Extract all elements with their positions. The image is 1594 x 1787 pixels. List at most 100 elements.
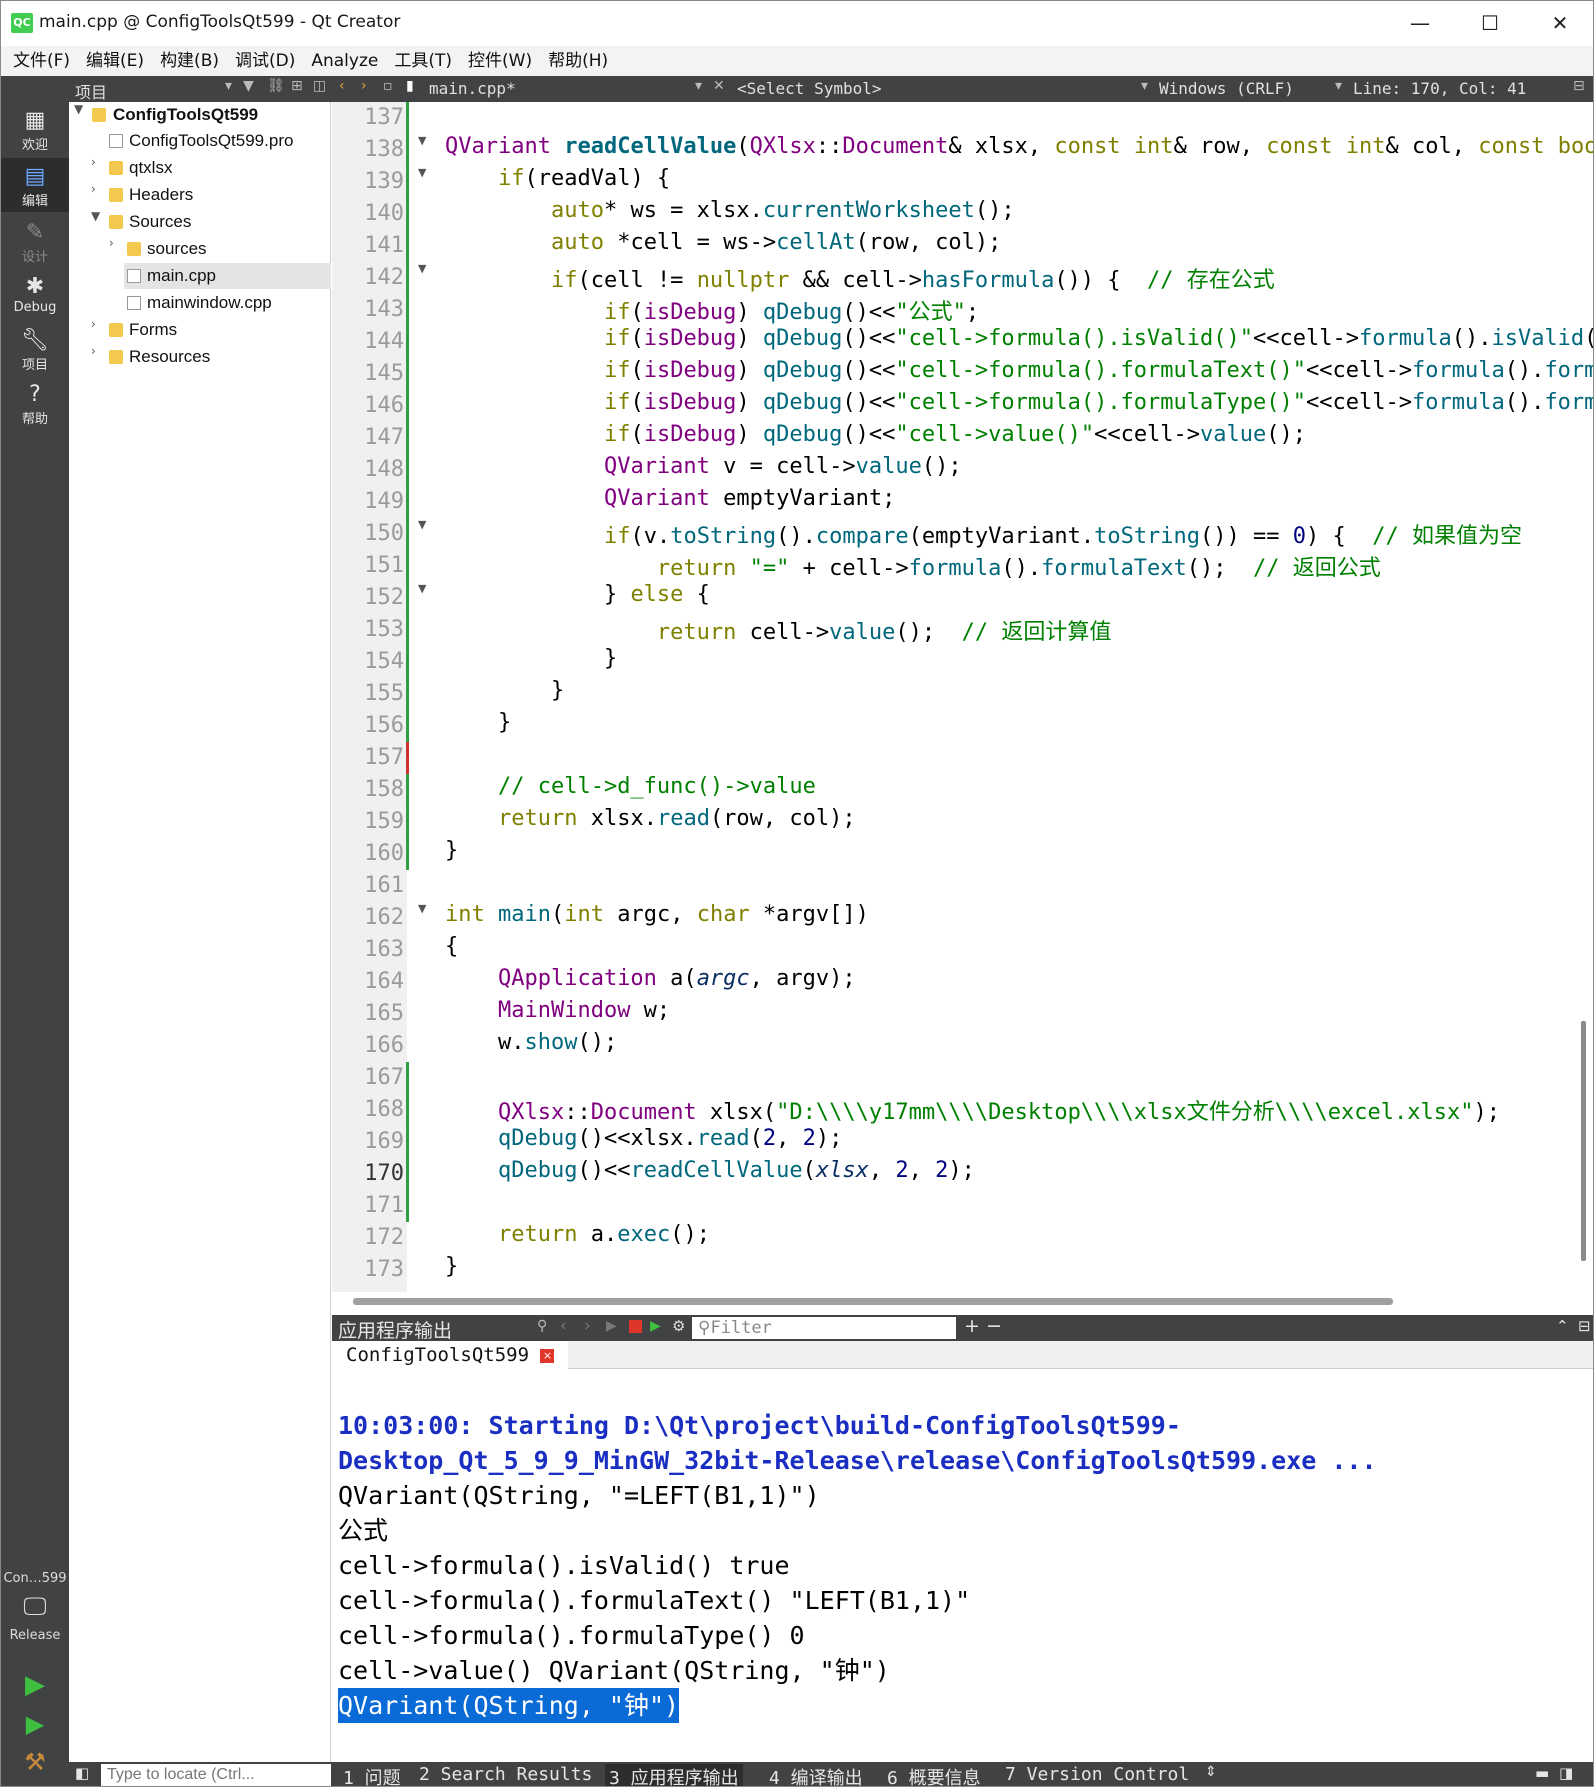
debug-icon[interactable]: ▶ xyxy=(650,1318,661,1334)
tree-item-sources[interactable]: ▼ Sources xyxy=(69,209,331,235)
tree-item-project[interactable]: ▼ ConfigToolsQt599 xyxy=(69,102,331,128)
line-number[interactable]: 143 xyxy=(332,294,404,326)
line-number[interactable]: 140 xyxy=(332,198,404,230)
tree-item-pro-file[interactable]: ConfigToolsQt599.pro xyxy=(69,128,331,154)
line-number[interactable]: 150 xyxy=(332,518,404,550)
mode-design[interactable]: ✎ 设计 xyxy=(1,214,69,268)
attach-icon[interactable]: ⚲ xyxy=(537,1318,547,1334)
open-file-tab[interactable]: main.cpp* xyxy=(429,79,516,98)
line-number[interactable]: 137 xyxy=(332,102,404,134)
line-number[interactable]: 138 xyxy=(332,134,404,166)
split-icon[interactable]: ⊞ xyxy=(291,78,303,94)
tab-summary[interactable]: 6 概要信息 xyxy=(887,1764,981,1786)
stop-icon[interactable] xyxy=(629,1320,642,1333)
tree-item-main-cpp[interactable]: main.cpp xyxy=(124,263,331,289)
run-icon[interactable]: ▶ xyxy=(1,1670,69,1700)
close-button[interactable]: ✕ xyxy=(1525,1,1593,46)
tab-compile-output[interactable]: 4 编译输出 xyxy=(769,1764,863,1786)
fold-arrow-icon[interactable]: ▼ xyxy=(418,262,432,294)
line-number[interactable]: 171 xyxy=(332,1190,404,1222)
menu-analyze[interactable]: Analyze xyxy=(303,46,386,76)
filter-input[interactable]: ⚲Filter xyxy=(692,1317,956,1339)
line-number[interactable]: 139 xyxy=(332,166,404,198)
debug-run-icon[interactable]: ▶ xyxy=(1,1710,69,1738)
gear-icon[interactable]: ⚙ xyxy=(672,1317,685,1335)
line-number[interactable]: 158 xyxy=(332,774,404,806)
line-number[interactable]: 152 xyxy=(332,582,404,614)
tree-item-mainwindow-cpp[interactable]: mainwindow.cpp xyxy=(69,290,331,316)
fold-arrow-icon[interactable]: ▼ xyxy=(418,134,432,166)
line-number[interactable]: 142 xyxy=(332,262,404,294)
line-number[interactable]: 156 xyxy=(332,710,404,742)
output-tab-configtools[interactable]: ConfigToolsQt599 × xyxy=(332,1341,569,1369)
line-number[interactable]: 166 xyxy=(332,1030,404,1062)
line-number[interactable]: 144 xyxy=(332,326,404,358)
tab-search-results[interactable]: 2 Search Results xyxy=(419,1764,592,1785)
more-tabs-icon[interactable]: ⇕ xyxy=(1205,1764,1217,1780)
tab-app-output[interactable]: 3 应用程序输出 xyxy=(605,1764,743,1786)
tree-item-headers[interactable]: › Headers xyxy=(69,182,331,208)
line-number[interactable]: 159 xyxy=(332,806,404,838)
line-ending-dropdown-icon[interactable]: ▾ xyxy=(1335,78,1342,94)
split-editor-icon[interactable]: ⊟ xyxy=(1573,78,1585,94)
line-number[interactable]: 155 xyxy=(332,678,404,710)
tab-version-control[interactable]: 7 Version Control xyxy=(1005,1764,1189,1785)
filter-icon[interactable]: ▼ xyxy=(243,78,254,94)
link-icon[interactable]: ⛓ xyxy=(267,78,285,94)
menu-debug[interactable]: 调试(D) xyxy=(227,46,303,76)
line-number[interactable]: 153 xyxy=(332,614,404,646)
close-pane-icon[interactable]: ⊟ xyxy=(1578,1317,1591,1335)
next-icon[interactable]: › xyxy=(584,1316,591,1336)
menu-widgets[interactable]: 控件(W) xyxy=(460,46,540,76)
menu-edit[interactable]: 编辑(E) xyxy=(78,46,152,76)
line-number[interactable]: 163 xyxy=(332,934,404,966)
code-editor[interactable]: 137 138 139 140 141 142 143 144 145 146 147 148 149 1… xyxy=(332,102,1593,1292)
line-ending-selector[interactable]: Windows (CRLF) xyxy=(1159,79,1294,98)
file-dropdown-icon[interactable]: ▾ xyxy=(695,78,702,94)
vertical-scrollbar[interactable] xyxy=(1581,1021,1586,1261)
add-icon[interactable]: + xyxy=(964,1315,980,1337)
mode-edit[interactable]: ▤ 编辑 xyxy=(1,158,69,212)
line-number[interactable]: 145 xyxy=(332,358,404,390)
line-number[interactable]: 172 xyxy=(332,1222,404,1254)
forward-icon[interactable]: › xyxy=(361,78,367,94)
progress-icon[interactable]: ▬ xyxy=(1535,1764,1549,1782)
build-config-label[interactable]: Release xyxy=(1,1628,69,1643)
menu-build[interactable]: 构建(B) xyxy=(152,46,227,76)
mode-projects[interactable]: 🔧︎ 项目 xyxy=(1,322,69,376)
menu-tools[interactable]: 工具(T) xyxy=(386,46,460,76)
fold-arrow-icon[interactable]: ▼ xyxy=(418,902,432,934)
tree-item-resources[interactable]: › Resources xyxy=(69,344,331,370)
line-number[interactable]: 169 xyxy=(332,1126,404,1158)
monitor-icon[interactable]: 🖵︎ xyxy=(1,1592,69,1620)
horizontal-scrollbar[interactable] xyxy=(353,1298,1393,1305)
tree-item-qtxlsx[interactable]: › qtxlsx xyxy=(69,155,331,181)
fold-arrow-icon[interactable]: ▼ xyxy=(418,582,432,614)
locator-input[interactable]: Type to locate (Ctrl... xyxy=(101,1764,331,1786)
toggle-right-sidebar-icon[interactable]: ◨ xyxy=(1559,1764,1573,1782)
line-number[interactable]: 173 xyxy=(332,1254,404,1286)
line-number[interactable]: 154 xyxy=(332,646,404,678)
close-tab-icon[interactable]: × xyxy=(540,1348,555,1363)
close-pane-icon[interactable]: ◫ xyxy=(313,78,326,94)
line-number[interactable]: 165 xyxy=(332,998,404,1030)
maximize-pane-icon[interactable]: ⌃ xyxy=(1556,1317,1569,1335)
line-number[interactable]: 151 xyxy=(332,550,404,582)
line-number[interactable]: 167 xyxy=(332,1062,404,1094)
cursor-position[interactable]: Line: 170, Col: 41 xyxy=(1353,79,1526,98)
menu-help[interactable]: 帮助(H) xyxy=(540,46,616,76)
tab-issues[interactable]: 1 问题 xyxy=(343,1764,401,1786)
tree-item-sources-sub[interactable]: › sources xyxy=(69,236,331,262)
fold-arrow-icon[interactable]: ▼ xyxy=(418,518,432,550)
tree-item-forms[interactable]: › Forms xyxy=(69,317,331,343)
line-number[interactable]: 168 xyxy=(332,1094,404,1126)
symbol-dropdown-icon[interactable]: ▾ xyxy=(1141,78,1148,94)
line-number[interactable]: 161 xyxy=(332,870,404,902)
line-number[interactable]: 147 xyxy=(332,422,404,454)
minus-icon[interactable]: − xyxy=(986,1315,1002,1337)
build-hammer-icon[interactable]: ⚒ xyxy=(1,1748,69,1776)
line-number[interactable]: 146 xyxy=(332,390,404,422)
line-number[interactable]: 141 xyxy=(332,230,404,262)
fold-arrow-icon[interactable]: ▼ xyxy=(418,166,432,198)
rerun-icon[interactable]: ▶ xyxy=(606,1318,617,1334)
